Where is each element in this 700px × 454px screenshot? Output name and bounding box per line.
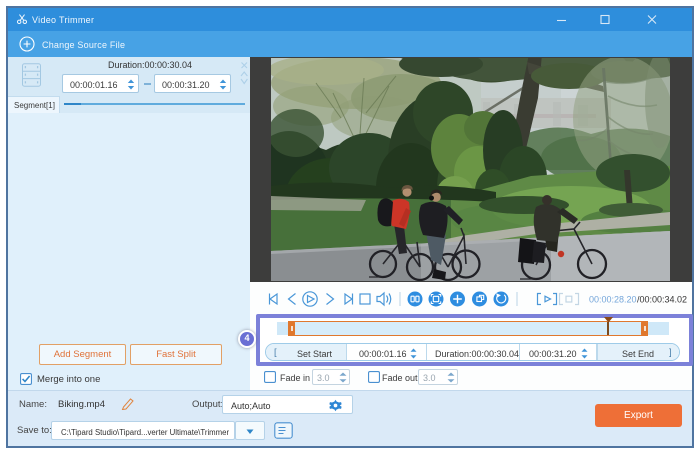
svg-text:/00:00:34.02: /00:00:34.02 (637, 295, 687, 305)
svg-text:00:00:28.20: 00:00:28.20 (589, 295, 637, 305)
